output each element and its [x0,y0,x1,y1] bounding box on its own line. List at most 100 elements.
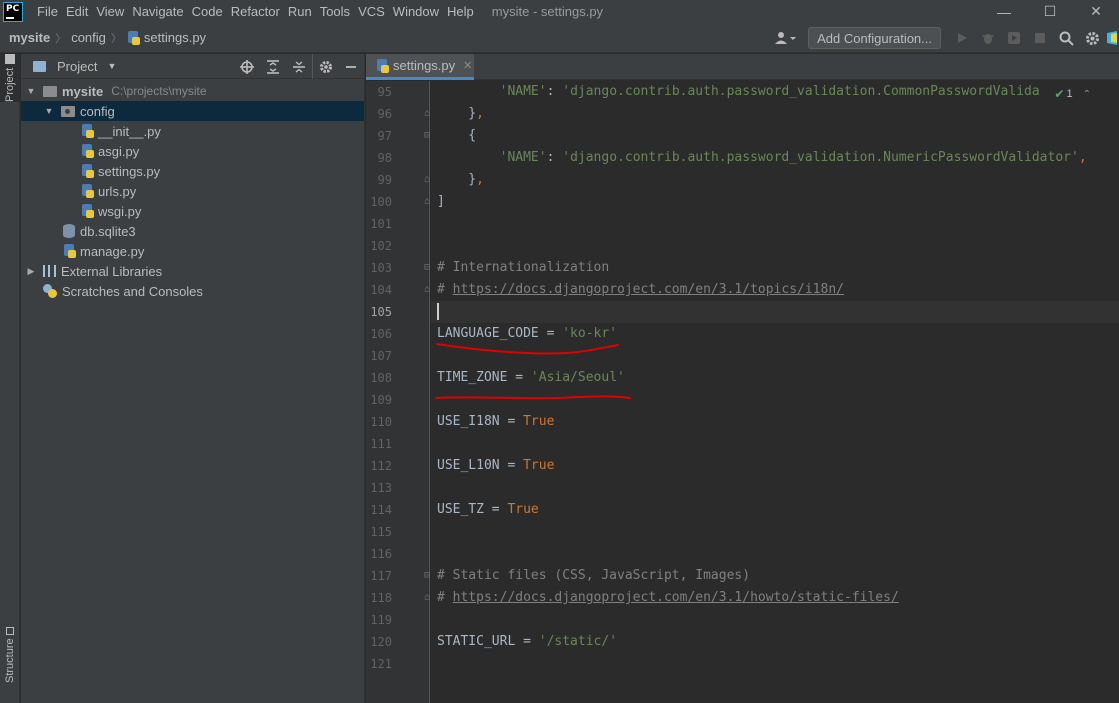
line-number: 103 [370,261,392,275]
tree-item-wsgi[interactable]: wsgi.py [21,201,364,221]
current-line-highlight [431,301,1119,323]
menu-tools[interactable]: Tools [316,0,354,23]
line-number: 100 [370,195,392,209]
structure-tool-tab[interactable]: Structure [0,620,20,690]
line-number: 111 [370,437,392,451]
tree-item-external-libraries[interactable]: ▶ External Libraries [21,261,364,281]
breadcrumb-separator-icon: 〉 [55,32,67,45]
library-icon [43,265,56,277]
menu-bar: PC File Edit View Navigate Code Refactor… [0,0,1119,23]
chevron-up-icon[interactable]: ⌃ [1083,89,1091,100]
menu-file[interactable]: File [33,0,62,23]
tree-item-init[interactable]: __init__.py [21,121,364,141]
tree-item-label: __init__.py [98,123,161,139]
toolbar-right: Add Configuration... [768,23,1119,53]
code-line: 'NAME': 'django.contrib.auth.password_va… [499,84,1040,99]
close-icon[interactable]: ✕ [463,59,472,72]
tree-item-label: asgi.py [98,143,140,159]
chevron-down-icon[interactable]: ▼ [107,61,116,71]
line-number: 114 [370,503,392,517]
line-number: 101 [370,217,392,231]
line-number: 119 [370,613,392,627]
inspection-count: 1 [1066,88,1073,100]
tree-item-asgi[interactable]: asgi.py [21,141,364,161]
python-file-icon [376,58,389,73]
code-line: }, [437,172,484,187]
menu-refactor[interactable]: Refactor [227,0,284,23]
structure-icon [6,626,14,635]
collapse-all-icon[interactable] [286,54,312,79]
code-area[interactable]: 'NAME': 'django.contrib.auth.password_va… [431,81,1119,703]
code-line: TIME_ZONE = 'Asia/Seoul' [437,370,625,385]
project-tree: ▼ mysite C:\projects\mysite ▼ config __i… [21,79,364,301]
breadcrumb-project[interactable]: mysite [9,30,50,45]
locate-file-icon[interactable] [234,54,260,79]
add-configuration-button[interactable]: Add Configuration... [808,27,941,49]
menu-help[interactable]: Help [443,0,478,23]
chevron-down-icon[interactable]: ▼ [43,106,55,116]
settings-icon[interactable] [1079,23,1105,53]
menu-code[interactable]: Code [188,0,227,23]
project-panel: Project ▼ ▼ mysite C:\projects\mysite ▼ … [21,54,365,703]
python-file-icon [81,184,94,198]
checkmark-icon: ✔ [1054,87,1065,101]
tree-item-mysite[interactable]: ▼ mysite C:\projects\mysite [21,81,364,101]
code-line: 'NAME': 'django.contrib.auth.password_va… [499,150,1087,165]
breadcrumb-file[interactable]: settings.py [127,30,206,45]
line-number: 115 [370,525,392,539]
python-file-icon [63,244,76,258]
run-icon[interactable] [949,23,975,53]
package-folder-icon [61,105,75,117]
project-tool-tab[interactable]: Project [0,53,20,102]
menu-window[interactable]: Window [389,0,443,23]
main-menu: File Edit View Navigate Code Refactor Ru… [33,0,478,23]
tree-item-scratches[interactable]: Scratches and Consoles [21,281,364,301]
tree-item-db[interactable]: db.sqlite3 [21,221,364,241]
user-icon[interactable] [768,23,804,53]
stop-icon[interactable] [1027,23,1053,53]
tree-item-config[interactable]: ▼ config [21,101,364,121]
database-icon [63,224,75,238]
tree-item-label: db.sqlite3 [80,223,136,239]
plugin-icon[interactable] [1105,23,1119,53]
gear-icon[interactable] [312,54,338,79]
debug-icon[interactable] [975,23,1001,53]
menu-vcs[interactable]: VCS [354,0,389,23]
scratches-icon [43,284,57,298]
close-button[interactable]: ✕ [1073,0,1119,23]
expand-all-icon[interactable] [260,54,286,79]
text-caret [437,303,439,320]
tree-item-path: C:\projects\mysite [111,84,207,98]
tree-item-label: External Libraries [61,263,163,279]
line-number: 117 [370,569,392,583]
search-icon[interactable] [1053,23,1079,53]
menu-navigate[interactable]: Navigate [128,0,187,23]
minimize-button[interactable]: — [981,0,1027,23]
breadcrumb-config[interactable]: config [71,30,106,45]
tree-item-urls[interactable]: urls.py [21,181,364,201]
tree-item-manage[interactable]: manage.py [21,241,364,261]
project-view-icon [33,60,46,72]
code-line: }, [437,106,484,121]
chevron-right-icon[interactable]: ▶ [25,266,37,277]
maximize-button[interactable]: ☐ [1027,0,1073,23]
inspection-widget[interactable]: ✔ 1 ⌃ [1054,87,1091,101]
breadcrumb-separator-icon: 〉 [110,32,122,45]
line-number: 109 [370,393,392,407]
tab-settings-py[interactable]: settings.py ✕ [366,54,474,80]
folder-icon [5,53,15,64]
breadcrumb-file-label: settings.py [143,30,207,45]
tree-item-label: manage.py [80,243,145,259]
menu-view[interactable]: View [92,0,128,23]
menu-run[interactable]: Run [284,0,316,23]
project-panel-title[interactable]: Project [57,59,97,74]
line-number: 99 [377,173,392,187]
line-number: 105 [370,305,392,319]
hide-panel-icon[interactable] [338,54,364,79]
python-file-icon [81,144,94,158]
tree-item-settings[interactable]: settings.py [21,161,364,181]
menu-edit[interactable]: Edit [62,0,92,23]
coverage-icon[interactable] [1001,23,1027,53]
chevron-down-icon[interactable]: ▼ [25,86,37,96]
code-line: USE_I18N = True [437,414,555,429]
